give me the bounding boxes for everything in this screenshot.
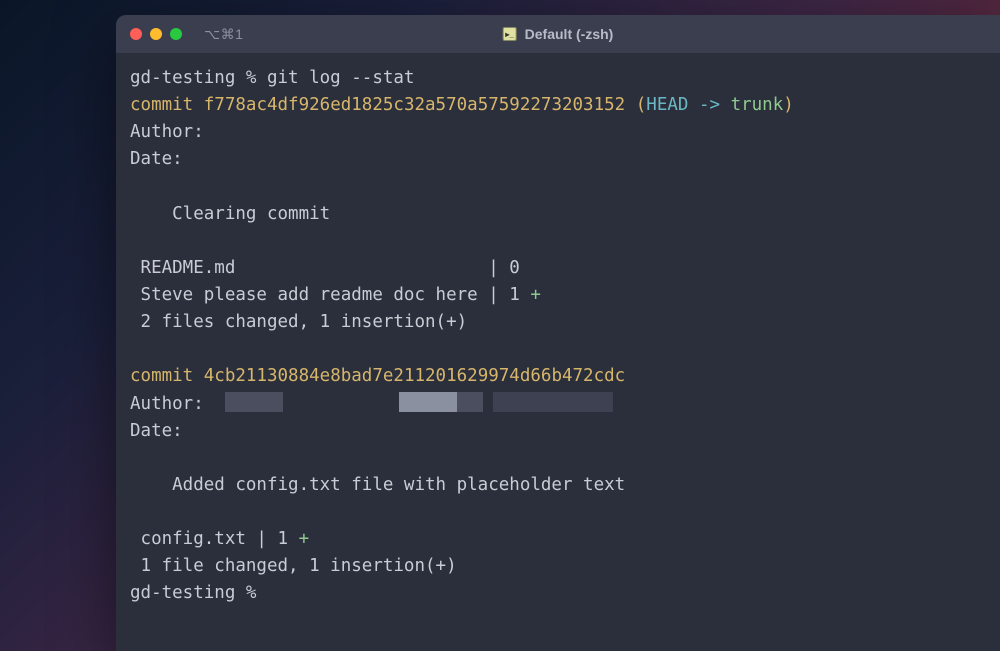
plus-icon: + [530, 285, 541, 305]
blank-line [130, 174, 986, 201]
prompt-separator: % [235, 68, 267, 88]
commit-hash: f778ac4df926ed1825c32a570a57592273203152 [204, 95, 625, 115]
redacted-block [457, 392, 483, 412]
stat-text: config.txt | 1 [130, 529, 299, 549]
stat-line: Steve please add readme doc here | 1 + [130, 282, 986, 309]
commit-header-line: commit f778ac4df926ed1825c32a570a5759227… [130, 92, 986, 119]
stat-line: README.md | 0 [130, 255, 986, 282]
window-title-text: Default (-zsh) [525, 26, 614, 42]
stat-line: config.txt | 1 + [130, 526, 986, 553]
ref-open: ( [625, 95, 646, 115]
plus-icon: + [299, 529, 310, 549]
stat-text: Steve please add readme doc here | 1 [130, 285, 530, 305]
blank-line [130, 499, 986, 526]
terminal-window: ⌥⌘1 ▸_ Default (-zsh) gd-testing % git l… [116, 15, 1000, 651]
minimize-icon[interactable] [150, 28, 162, 40]
author-line: Author: [130, 391, 986, 418]
commit-message: Added config.txt file with placeholder t… [130, 472, 986, 499]
commit-label: commit [130, 95, 204, 115]
window-title: ▸_ Default (-zsh) [503, 26, 614, 42]
redacted-block [399, 392, 457, 412]
prompt-line: gd-testing % [130, 580, 986, 607]
commit-label: commit [130, 366, 204, 386]
blank-line [130, 445, 986, 472]
stat-summary: 2 files changed, 1 insertion(+) [130, 309, 986, 336]
date-line: Date: [130, 418, 986, 445]
traffic-lights [130, 28, 182, 40]
commit-message: Clearing commit [130, 201, 986, 228]
head-ref: HEAD -> [646, 95, 730, 115]
blank-line [130, 228, 986, 255]
author-line: Author: [130, 119, 986, 146]
commit-header-line: commit 4cb21130884e8bad7e211201629974d66… [130, 363, 986, 390]
prompt-dir: gd-testing [130, 583, 235, 603]
terminal-icon: ▸_ [503, 27, 517, 41]
blank-line [130, 336, 986, 363]
stat-summary: 1 file changed, 1 insertion(+) [130, 553, 986, 580]
ref-close: ) [783, 95, 794, 115]
prompt-line: gd-testing % git log --stat [130, 65, 986, 92]
date-line: Date: [130, 146, 986, 173]
redacted-block [493, 392, 613, 412]
prompt-separator: % [235, 583, 267, 603]
commit-hash: 4cb21130884e8bad7e211201629974d66b472cdc [204, 366, 625, 386]
tab-shortcut-indicator: ⌥⌘1 [204, 26, 243, 43]
redacted-block [225, 392, 283, 412]
zoom-icon[interactable] [170, 28, 182, 40]
close-icon[interactable] [130, 28, 142, 40]
branch-ref: trunk [731, 95, 784, 115]
terminal-output[interactable]: gd-testing % git log --stat commit f778a… [116, 53, 1000, 651]
command-text: git log --stat [267, 68, 415, 88]
prompt-dir: gd-testing [130, 68, 235, 88]
stat-text: README.md | 0 [130, 258, 520, 278]
author-label: Author: [130, 394, 225, 414]
titlebar: ⌥⌘1 ▸_ Default (-zsh) [116, 15, 1000, 53]
